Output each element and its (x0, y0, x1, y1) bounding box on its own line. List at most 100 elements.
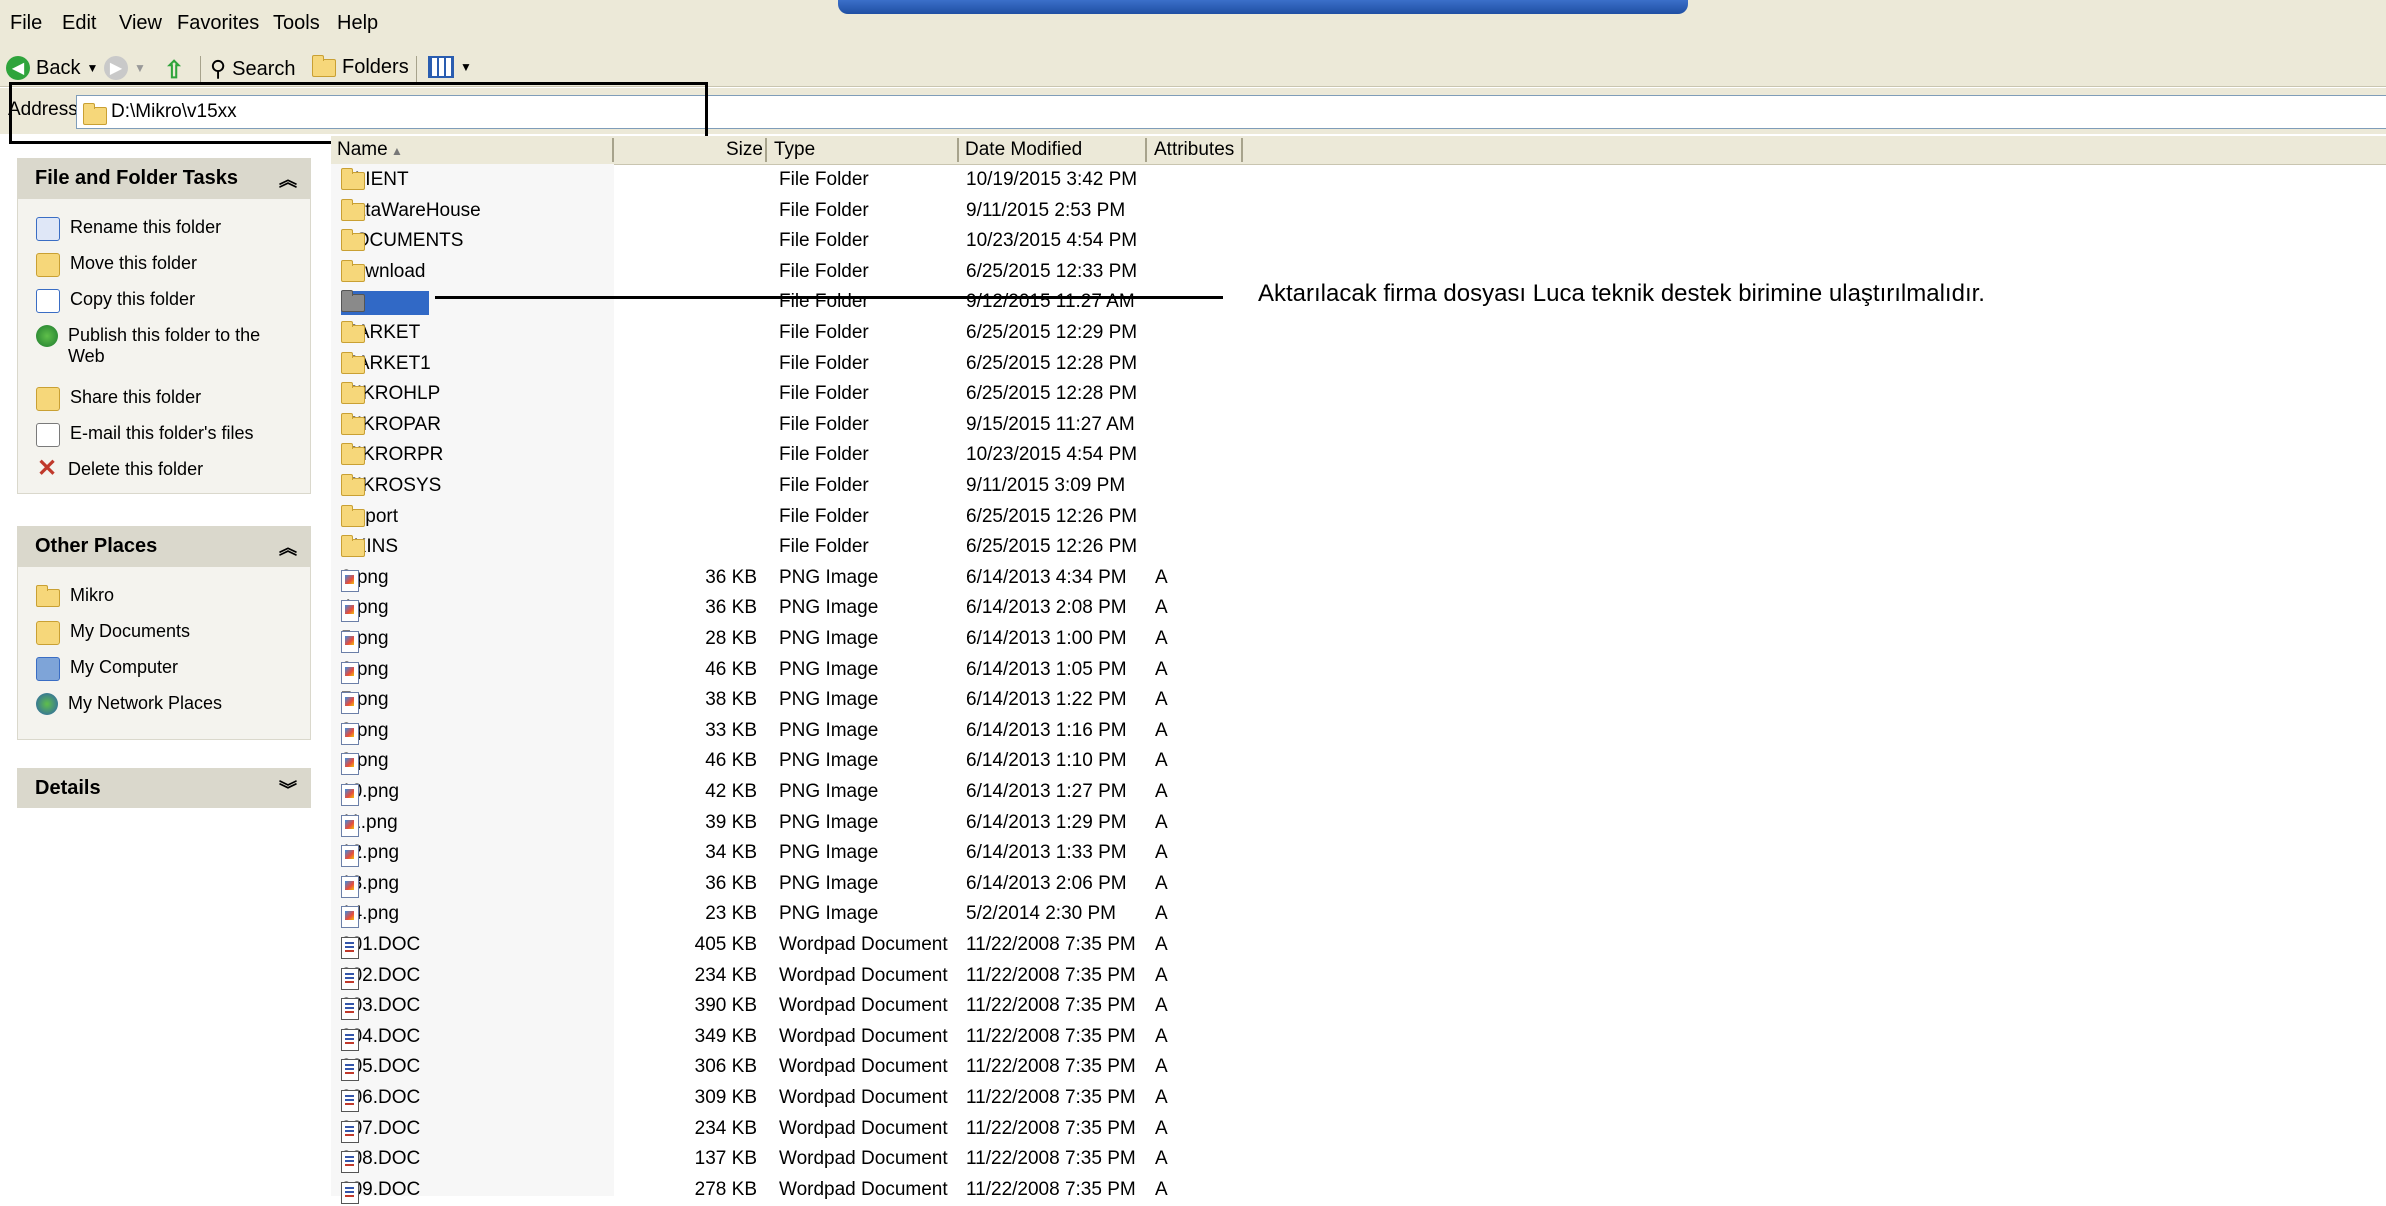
file-name-cell[interactable]: CLIENT (341, 168, 409, 191)
details-header[interactable]: Details ︾ (17, 768, 311, 808)
task-email-files[interactable]: E-mail this folder's files (36, 423, 296, 447)
file-row[interactable]: 14.png 23 KB PNG Image 5/2/2014 2:30 PM A (331, 900, 1331, 930)
file-name-cell[interactable]: 201.DOC (341, 934, 420, 959)
file-name-cell[interactable]: 9.png (341, 750, 389, 776)
folders-button[interactable]: Folders (312, 54, 409, 79)
file-row[interactable]: 11.png 39 KB PNG Image 6/14/2013 1:29 PM A (331, 809, 1331, 839)
file-row[interactable]: 207.DOC 234 KB Wordpad Document 11/22/2008 … (331, 1115, 1331, 1145)
file-name-cell[interactable]: 11.png (341, 812, 398, 837)
file-name-cell[interactable]: Download (341, 259, 426, 283)
column-divider[interactable] (612, 138, 614, 162)
column-divider[interactable] (1145, 138, 1147, 162)
column-divider[interactable] (1241, 138, 1243, 162)
file-name-cell[interactable]: 14.png (341, 903, 399, 929)
views-button[interactable]: ▼ (428, 56, 472, 78)
file-row[interactable]: DataWareHouse File Folder 9/11/2015 2:53 P… (331, 197, 1331, 227)
file-row[interactable]: 203.DOC 390 KB Wordpad Document 11/22/2008 … (331, 992, 1331, 1022)
back-button[interactable]: ◀ Back ▼ (6, 56, 98, 80)
file-name-cell[interactable]: 209.DOC (341, 1179, 420, 1204)
file-row[interactable]: MIKROSYS File Folder 9/11/2015 3:09 PM (331, 472, 1331, 502)
back-dropdown-icon[interactable]: ▼ (86, 61, 98, 75)
file-name-cell[interactable]: 7.png (341, 689, 389, 715)
menu-view[interactable]: View (119, 12, 162, 35)
file-name-cell[interactable]: 5.png (341, 628, 389, 653)
up-button[interactable]: ⇧ (164, 56, 184, 85)
task-delete-folder[interactable]: ✕ Delete this folder (36, 457, 296, 481)
file-row[interactable]: MARKET1 File Folder 6/25/2015 12:28 PM (331, 350, 1331, 380)
file-name-cell[interactable]: 12.png (341, 842, 399, 868)
file-name-cell[interactable]: 208.DOC (341, 1148, 420, 1174)
file-name-cell[interactable]: MIKRORPR (341, 443, 443, 466)
menu-edit[interactable]: Edit (62, 12, 96, 35)
task-move-folder[interactable]: Move this folder (36, 253, 296, 277)
file-name-cell[interactable]: 4.png (341, 597, 389, 623)
task-rename-folder[interactable]: Rename this folder (36, 217, 296, 241)
file-row[interactable]: 202.DOC 234 KB Wordpad Document 11/22/2008 … (331, 962, 1331, 992)
file-row[interactable]: 201.DOC 405 KB Wordpad Document 11/22/2008 … (331, 931, 1331, 961)
file-row[interactable]: MARKET File Folder 6/25/2015 12:29 PM (331, 319, 1331, 349)
file-row[interactable]: MIKRORPR File Folder 10/23/2015 4:54 PM (331, 441, 1331, 471)
search-button[interactable]: ⚲ Search (210, 56, 296, 82)
file-row[interactable]: 208.DOC 137 KB Wordpad Document 11/22/2008 … (331, 1145, 1331, 1175)
file-row[interactable]: Download File Folder 6/25/2015 12:33 PM (331, 258, 1331, 288)
menu-tools[interactable]: Tools (273, 12, 320, 35)
task-share-folder[interactable]: Share this folder (36, 387, 296, 411)
place-my-documents[interactable]: My Documents (36, 621, 296, 645)
file-name-cell[interactable]: MARKET1 (341, 351, 431, 375)
file-row[interactable]: 13.png 36 KB PNG Image 6/14/2013 2:06 PM A (331, 870, 1331, 900)
file-row[interactable]: 204.DOC 349 KB Wordpad Document 11/22/2008 … (331, 1023, 1331, 1053)
other-places-header[interactable]: Other Places ︽ (17, 526, 311, 566)
collapse-chevron-icon[interactable]: ︽ (279, 534, 297, 560)
file-row[interactable]: 4.png 36 KB PNG Image 6/14/2013 2:08 PM A (331, 594, 1331, 624)
file-name-cell[interactable]: 204.DOC (341, 1026, 420, 1051)
file-name-cell[interactable]: 207.DOC (341, 1118, 420, 1143)
file-row[interactable]: 209.DOC 278 KB Wordpad Document 11/22/2008 … (331, 1176, 1331, 1206)
file-row[interactable]: File Folder 9/12/2015 11:27 AM (331, 288, 1331, 318)
forward-button[interactable]: ▶ ▼ (104, 56, 146, 80)
place-my-network[interactable]: My Network Places (36, 693, 296, 715)
file-name-cell[interactable]: 205.DOC (341, 1056, 420, 1082)
file-row[interactable]: DOCUMENTS File Folder 10/23/2015 4:54 PM (331, 227, 1331, 257)
column-attributes[interactable]: Attributes (1154, 139, 1234, 161)
file-row[interactable]: MIKROHLP File Folder 6/25/2015 12:28 PM (331, 380, 1331, 410)
task-copy-folder[interactable]: Copy this folder (36, 289, 296, 313)
file-row[interactable]: 8.png 33 KB PNG Image 6/14/2013 1:16 PM A (331, 717, 1331, 747)
menu-help[interactable]: Help (337, 12, 378, 35)
place-mikro[interactable]: Mikro (36, 585, 296, 607)
file-row[interactable]: 6.png 46 KB PNG Image 6/14/2013 1:05 PM A (331, 656, 1331, 686)
file-row[interactable]: 205.DOC 306 KB Wordpad Document 11/22/2008 … (331, 1053, 1331, 1083)
file-name-cell[interactable]: SKINS (341, 535, 398, 558)
file-row[interactable]: 10.png 42 KB PNG Image 6/14/2013 1:27 PM A (331, 778, 1331, 808)
file-name-cell[interactable]: DOCUMENTS (341, 229, 463, 252)
task-publish-folder[interactable]: Publish this folder to the Web (36, 325, 296, 367)
collapse-chevron-icon[interactable]: ︽ (279, 166, 297, 192)
file-row[interactable]: MIKROPAR File Folder 9/15/2015 11:27 AM (331, 411, 1331, 441)
file-row[interactable]: 9.png 46 KB PNG Image 6/14/2013 1:10 PM A (331, 747, 1331, 777)
file-row[interactable]: 12.png 34 KB PNG Image 6/14/2013 1:33 PM A (331, 839, 1331, 869)
column-divider[interactable] (765, 138, 767, 162)
file-name-cell[interactable]: 8.png (341, 720, 389, 745)
column-name[interactable]: Name (337, 139, 388, 161)
file-name-cell[interactable]: MIKROSYS (341, 474, 441, 497)
file-name-cell[interactable]: 10.png (341, 781, 399, 806)
file-name-cell[interactable]: 6.png (341, 659, 389, 684)
file-name-cell[interactable] (341, 290, 429, 316)
file-name-cell[interactable]: Report (341, 504, 398, 528)
menu-file[interactable]: File (10, 12, 42, 35)
file-row[interactable]: Report File Folder 6/25/2015 12:26 PM (331, 503, 1331, 533)
file-name-cell[interactable]: 203.DOC (341, 995, 420, 1021)
file-name-cell[interactable]: DataWareHouse (341, 198, 481, 222)
file-name-cell[interactable]: 206.DOC (341, 1087, 420, 1112)
column-divider[interactable] (957, 138, 959, 162)
column-type[interactable]: Type (774, 139, 815, 161)
file-row[interactable]: SKINS File Folder 6/25/2015 12:26 PM (331, 533, 1331, 563)
file-name-cell[interactable]: 3.png (341, 567, 389, 592)
file-row[interactable]: 7.png 38 KB PNG Image 6/14/2013 1:22 PM A (331, 686, 1331, 716)
column-date-modified[interactable]: Date Modified (965, 139, 1082, 161)
file-name-cell[interactable]: MIKROHLP (341, 382, 440, 405)
file-name-cell[interactable]: 202.DOC (341, 965, 420, 990)
forward-dropdown-icon[interactable]: ▼ (134, 61, 146, 75)
file-row[interactable]: 5.png 28 KB PNG Image 6/14/2013 1:00 PM A (331, 625, 1331, 655)
menu-favorites[interactable]: Favorites (177, 12, 259, 35)
file-name-cell[interactable]: MIKROPAR (341, 412, 441, 436)
